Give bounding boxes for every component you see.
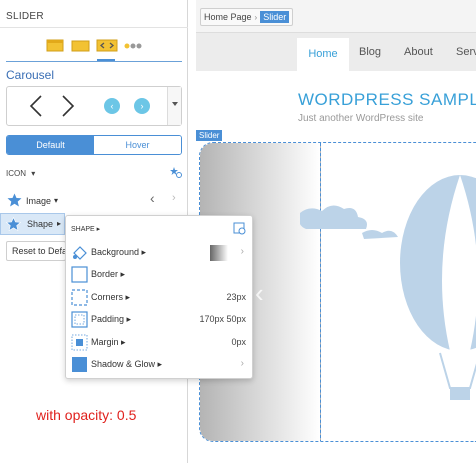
chevron-right-icon: › [240,358,244,369]
star-settings-icon[interactable] [170,166,182,178]
margin-row[interactable]: Margin ▸ 0px [70,333,250,353]
background-tile-icon[interactable] [43,38,67,52]
breadcrumb: Home Page › Slider [200,8,294,26]
prev-round-icon[interactable]: ‹ [104,98,120,114]
popup-header: SHAPE ▸ [71,226,101,233]
background-row[interactable]: Background ▸ › [70,243,250,263]
shadow-glow-row[interactable]: Shadow & Glow ▸ › [70,355,250,375]
reset-to-default-button[interactable]: Reset to Defa [6,241,66,261]
padding-icon [71,311,88,328]
chevron-right-icon: › [240,246,244,257]
fill-bucket-icon [73,246,87,260]
arrow-style-picker[interactable]: ‹ › [6,86,182,126]
shape-row-label: Shape [27,219,54,229]
slider-tag: Slider [196,130,223,141]
background-label: Background ▸ [91,247,147,257]
divider [0,27,188,28]
margin-label: Margin ▸ [91,337,126,347]
shape-row-caret: ▸ [57,219,62,228]
corners-row[interactable]: Corners ▸ 23px [70,288,250,308]
picker-dropdown-button[interactable] [167,87,181,125]
padding-value: 170px 50px [199,314,246,324]
corners-label: Corners ▸ [91,292,131,302]
arrows-tile-icon[interactable] [95,38,119,52]
state-toggle: Default Hover [6,135,182,155]
background-gradient-swatch[interactable] [210,245,228,261]
balloon-illustration-icon [300,175,476,400]
next-round-icon[interactable]: › [134,98,150,114]
image-row-label: Image [26,196,52,206]
icon-section-caret: ▾ [31,169,36,178]
section-label: Carousel [6,68,55,82]
slide-prev-arrow-icon[interactable]: ‹ [255,278,264,309]
border-icon [71,266,88,283]
image-row-caret: ▾ [54,196,59,205]
image-row[interactable]: Image ▾ ‹ › [7,190,183,209]
shape-row[interactable]: Shape ▸ [0,213,65,235]
margin-value: 0px [231,337,246,347]
shadow-glow-icon [72,357,87,372]
site-title: WORDPRESS SAMPLE [298,90,476,109]
dots-icon[interactable] [121,38,145,52]
toolbar-underline [6,61,182,62]
slider-toolbar [0,36,188,62]
arrow-preview-icon [29,95,75,117]
shape-popup: SHAPE ▸ Background ▸ › Border ▸ Corners … [65,215,253,379]
panel-title: SLIDER [6,11,44,22]
nav-blog[interactable]: Blog [359,46,381,58]
site-tagline: Just another WordPress site [298,113,424,124]
breadcrumb-current[interactable]: Slider [260,11,290,23]
margin-icon [71,334,88,351]
corners-value: 23px [226,292,246,302]
corners-icon [71,289,88,306]
icon-section-label: ICON [6,169,26,178]
caret-down-icon [172,102,178,106]
chevron-left-icon[interactable]: ‹ [150,190,155,206]
padding-row[interactable]: Padding ▸ 170px 50px [70,310,250,330]
shadow-glow-label: Shadow & Glow ▸ [91,359,163,369]
site-nav: Home Blog About Serv [196,33,476,71]
nav-home[interactable]: Home [297,38,349,71]
nav-about[interactable]: About [404,46,433,58]
border-label: Border ▸ [91,269,126,279]
chevron-right-icon[interactable]: › [172,192,176,204]
popup-settings-icon[interactable] [233,222,246,235]
slides-tile-icon[interactable] [69,38,93,52]
breadcrumb-separator-icon: › [254,12,258,22]
tab-hover[interactable]: Hover [94,136,181,154]
opacity-note: with opacity: 0.5 [36,407,137,423]
nav-services[interactable]: Serv [456,46,476,58]
breadcrumb-home[interactable]: Home Page [204,12,252,22]
star-icon [7,193,22,207]
icon-section[interactable]: ICON ▾ [6,169,35,178]
tab-default[interactable]: Default [7,136,94,154]
border-row[interactable]: Border ▸ [70,265,250,285]
padding-label: Padding ▸ [91,314,132,324]
star-icon [6,217,21,231]
